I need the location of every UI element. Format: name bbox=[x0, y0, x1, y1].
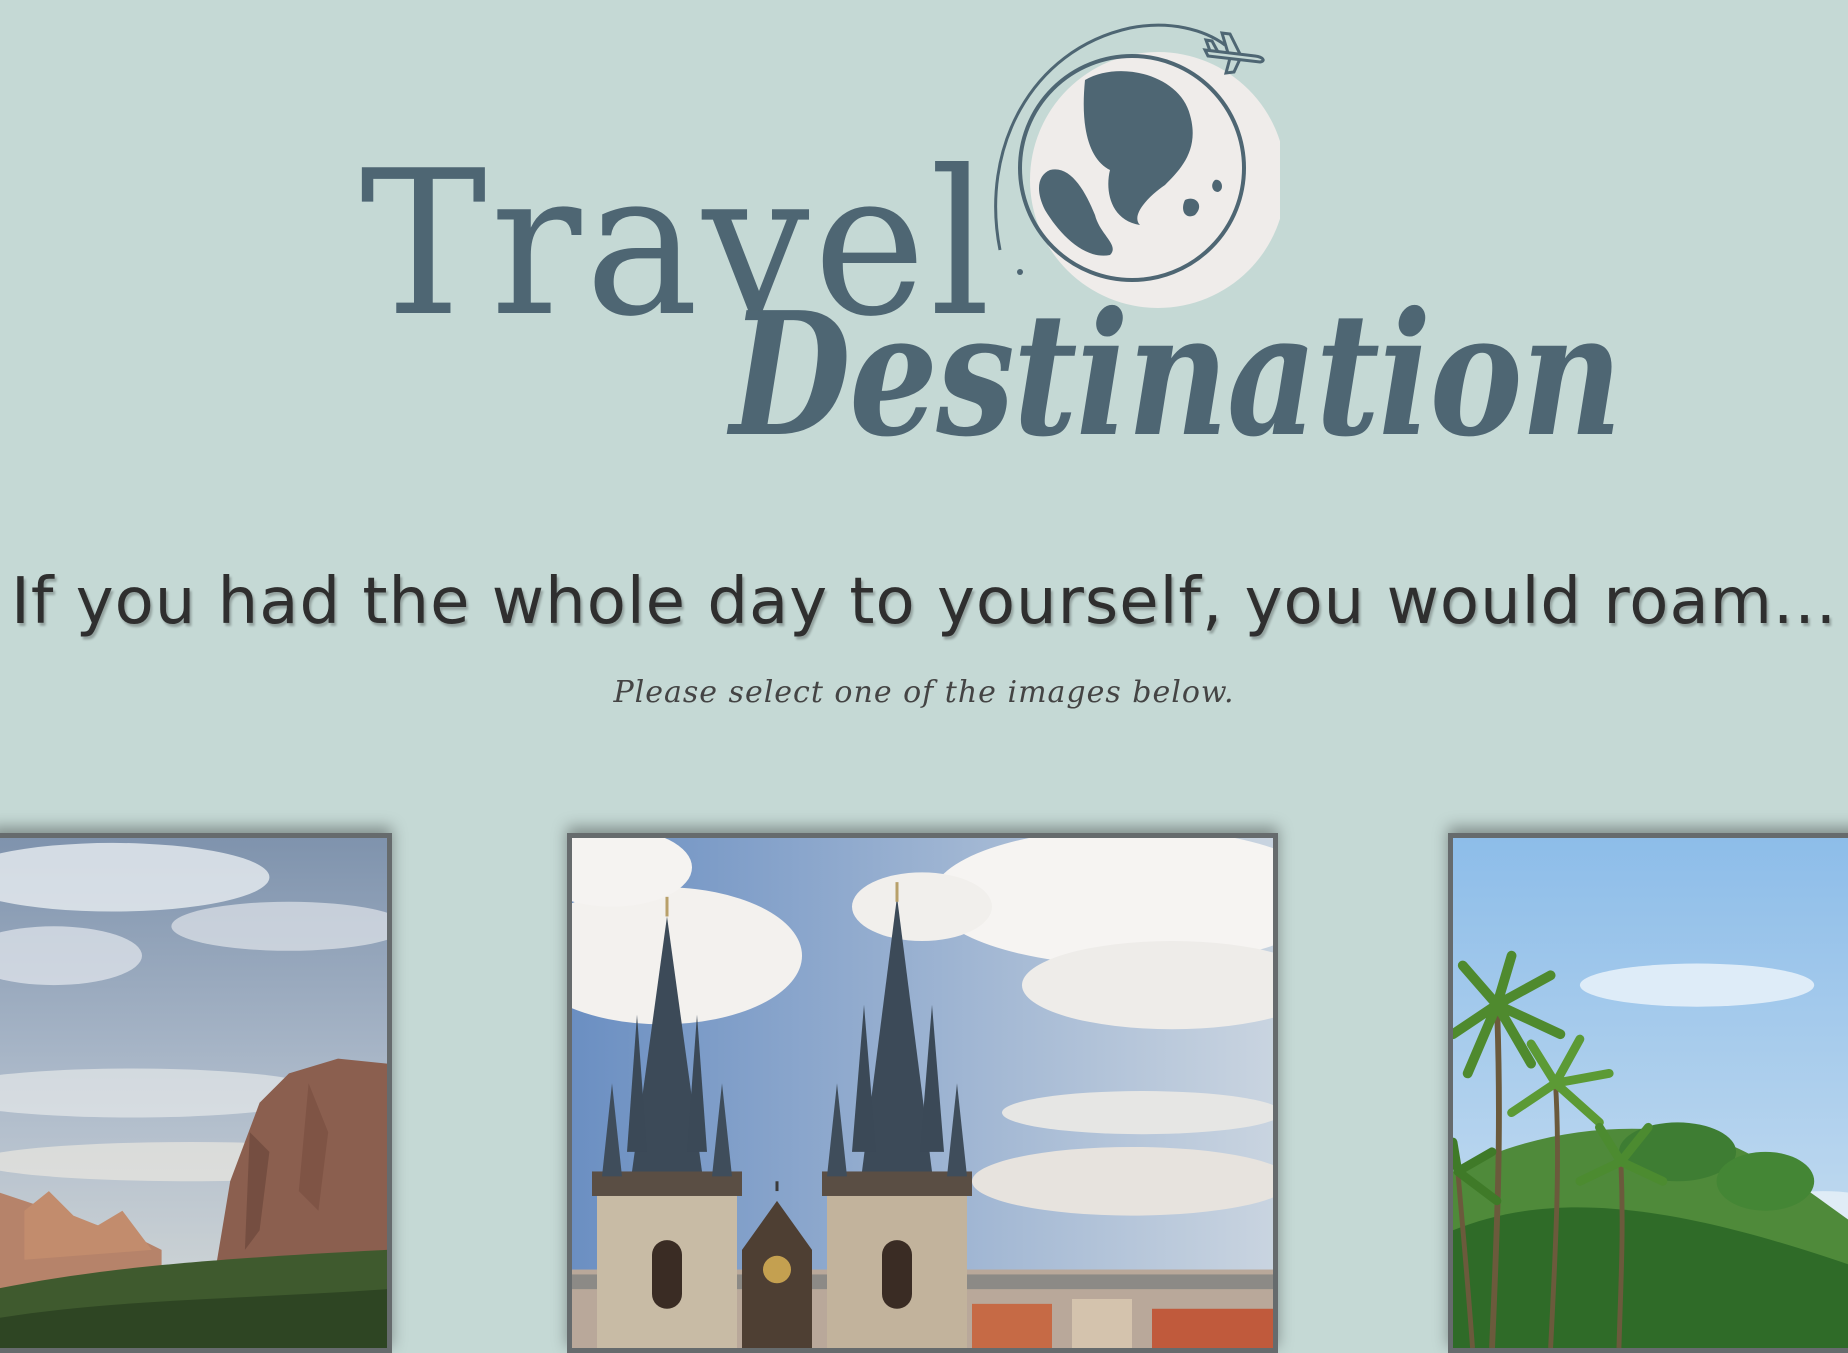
gothic-church-photo bbox=[572, 838, 1273, 1348]
airplane-icon bbox=[1202, 31, 1265, 75]
question-headline: If you had the whole day to yourself, yo… bbox=[10, 565, 1838, 639]
selection-instruction: Please select one of the images below. bbox=[613, 675, 1235, 710]
tropical-option[interactable] bbox=[1448, 833, 1848, 1353]
logo-word-destination: Destination bbox=[730, 275, 1622, 475]
travel-destination-logo: Travel Destination bbox=[0, 0, 1848, 480]
prague-church-option[interactable] bbox=[567, 833, 1278, 1353]
canyon-option[interactable] bbox=[0, 833, 392, 1353]
tropical-palms-photo bbox=[1453, 838, 1848, 1348]
canyon-photo bbox=[0, 838, 387, 1348]
